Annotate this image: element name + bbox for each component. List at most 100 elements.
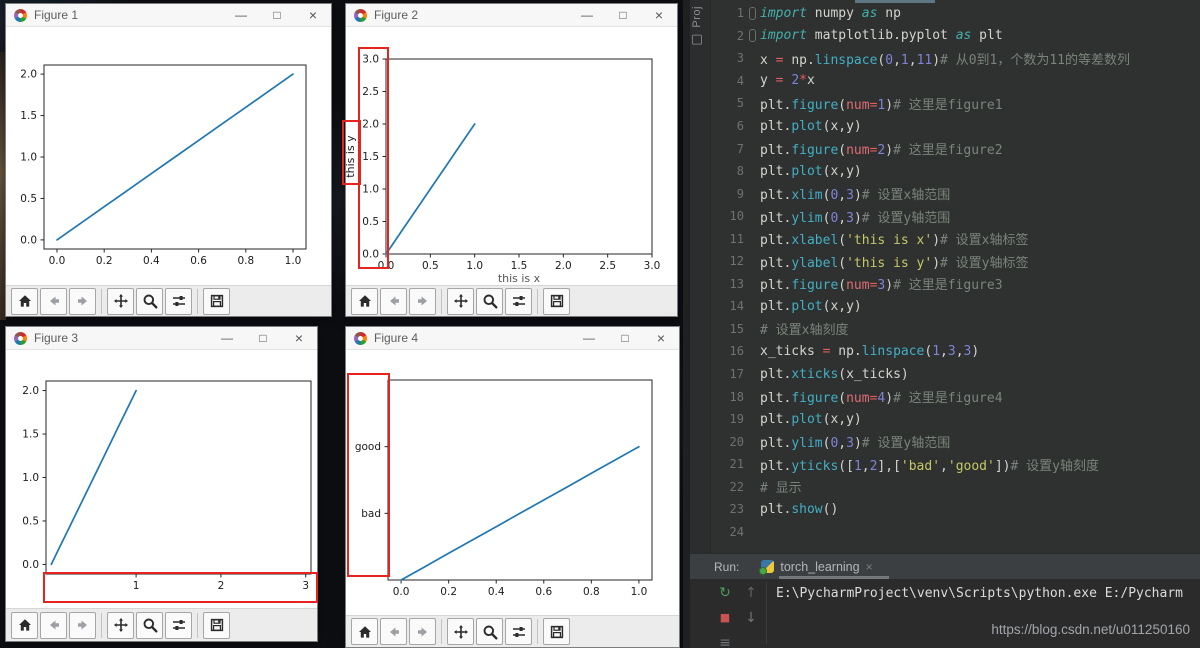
toolbar-zoom-button[interactable] — [136, 288, 163, 315]
figure2-window[interactable]: Figure 2 — □ × 0.00.51.01.52.02.53.00.00… — [345, 3, 678, 317]
toolbar-zoom-button[interactable] — [476, 288, 503, 315]
toolbar-configure-button[interactable] — [505, 288, 532, 315]
toolbar-save-button[interactable] — [203, 288, 230, 315]
toolbar-forward-button[interactable] — [69, 612, 96, 639]
code-line[interactable]: 6plt.plot(x,y) — [710, 115, 1200, 138]
code-line[interactable]: 22# 显示 — [710, 475, 1200, 498]
figure2-canvas: 0.00.51.01.52.02.53.00.00.51.01.52.02.53… — [346, 27, 677, 288]
code-line[interactable]: 19plt.plot(x,y) — [710, 408, 1200, 431]
toolbar-save-button[interactable] — [543, 288, 570, 315]
code-line[interactable]: 10plt.ylim(0,3)# 设置y轴范围 — [710, 205, 1200, 228]
toolbar-zoom-button[interactable] — [136, 612, 163, 639]
figure1-titlebar[interactable]: Figure 1 — □ × — [6, 4, 331, 27]
maximize-button[interactable]: □ — [245, 327, 281, 349]
rerun-icon[interactable]: ↻ — [716, 584, 734, 602]
maximize-button[interactable]: □ — [607, 327, 643, 349]
code-line[interactable]: 4y = 2*x — [710, 70, 1200, 93]
code-line[interactable]: 13plt.figure(num=3)# 这里是figure3 — [710, 273, 1200, 296]
minimize-button[interactable]: — — [569, 4, 605, 26]
zoom-icon — [482, 624, 498, 640]
code-line[interactable]: 16x_ticks = np.linspace(1,3,3) — [710, 340, 1200, 363]
toolbar-pan-button[interactable] — [447, 618, 474, 645]
figure2-toolbar — [346, 285, 677, 316]
toolbar-zoom-button[interactable] — [476, 618, 503, 645]
toolbar-configure-button[interactable] — [165, 612, 192, 639]
toolbar-forward-button[interactable] — [409, 288, 436, 315]
code-text: plt.ylim(0,3)# 设置y轴范围 — [760, 432, 950, 451]
toolbar-back-button[interactable] — [380, 618, 407, 645]
figure4-titlebar[interactable]: Figure 4 — □ × — [346, 327, 679, 350]
minimize-button[interactable]: — — [571, 327, 607, 349]
maximize-button[interactable]: □ — [605, 4, 641, 26]
fold-icon[interactable] — [744, 7, 760, 20]
project-icon — [692, 35, 702, 45]
tool-window-button-project[interactable]: Proj — [691, 6, 703, 48]
toolbar-back-button[interactable] — [40, 288, 67, 315]
maximize-button[interactable]: □ — [259, 4, 295, 26]
toolbar-save-button[interactable] — [543, 618, 570, 645]
toolbar-home-button[interactable] — [11, 288, 38, 315]
figure3-titlebar[interactable]: Figure 3 — □ × — [6, 327, 317, 350]
pan-icon — [113, 617, 129, 633]
toolbar-home-button[interactable] — [351, 618, 378, 645]
stop-icon[interactable]: ■ — [716, 609, 734, 627]
code-line[interactable]: 23plt.show() — [710, 498, 1200, 521]
toolbar-configure-button[interactable] — [505, 618, 532, 645]
configure-icon — [511, 624, 527, 640]
code-line[interactable]: 9plt.xlim(0,3)# 设置x轴范围 — [710, 182, 1200, 205]
code-line[interactable]: 15# 设置x轴刻度 — [710, 318, 1200, 341]
y-tick-label: 1.0 — [22, 472, 39, 484]
scroll-down-icon[interactable]: ↓ — [742, 609, 760, 627]
fold-icon[interactable] — [744, 29, 760, 42]
toolbar-save-button[interactable] — [203, 612, 230, 639]
console-separator — [766, 582, 767, 644]
close-button[interactable]: × — [643, 327, 679, 349]
code-line[interactable]: 17plt.xticks(x_ticks) — [710, 363, 1200, 386]
toolbar-home-button[interactable] — [351, 288, 378, 315]
run-tab-close-icon[interactable]: × — [866, 560, 873, 574]
x-tick-label: 1.5 — [511, 260, 528, 272]
minimize-button[interactable]: — — [209, 327, 245, 349]
toolbar-separator — [537, 289, 538, 314]
figure1-window[interactable]: Figure 1 — □ × 0.00.20.40.60.81.00.00.51… — [5, 3, 332, 317]
minimize-button[interactable]: — — [223, 4, 259, 26]
annotation-box-fig4-yticks — [347, 373, 390, 577]
toolbar-back-button[interactable] — [380, 288, 407, 315]
toolbar-home-button[interactable] — [11, 612, 38, 639]
toolbar-forward-button[interactable] — [69, 288, 96, 315]
figure2-titlebar[interactable]: Figure 2 — □ × — [346, 4, 677, 27]
code-line[interactable]: 8plt.plot(x,y) — [710, 160, 1200, 183]
softwrap-icon[interactable]: ≡ — [716, 634, 734, 648]
scroll-up-icon[interactable]: ↑ — [742, 584, 760, 602]
figure4-window[interactable]: Figure 4 — □ × 0.00.20.40.60.81.0badgood — [345, 326, 680, 648]
close-button[interactable]: × — [641, 4, 677, 26]
toolbar-pan-button[interactable] — [447, 288, 474, 315]
code-line[interactable]: 2import matplotlib.pyplot as plt — [710, 25, 1200, 48]
code-line[interactable]: 12plt.ylabel('this is y')# 设置y轴标签 — [710, 250, 1200, 273]
toolbar-back-button[interactable] — [40, 612, 67, 639]
code-line[interactable]: 21plt.yticks([1,2],['bad','good'])# 设置y轴… — [710, 453, 1200, 476]
code-text: plt.figure(num=3)# 这里是figure3 — [760, 274, 1003, 293]
toolbar-separator — [101, 289, 102, 314]
code-line[interactable]: 3x = np.linspace(0,1,11)# 从0到1，个数为11的等差数… — [710, 47, 1200, 70]
close-button[interactable]: × — [281, 327, 317, 349]
save-icon — [209, 293, 225, 309]
code-line[interactable]: 20plt.ylim(0,3)# 设置y轴范围 — [710, 430, 1200, 453]
code-line[interactable]: 24 — [710, 521, 1200, 544]
code-line[interactable]: 14plt.plot(x,y) — [710, 295, 1200, 318]
code-editor[interactable]: 1import numpy as np2import matplotlib.py… — [710, 0, 1200, 553]
code-line[interactable]: 7plt.figure(num=2)# 这里是figure2 — [710, 137, 1200, 160]
line-number: 19 — [710, 412, 744, 426]
code-text: plt.figure(num=2)# 这里是figure2 — [760, 139, 1003, 158]
code-line[interactable]: 5plt.figure(num=1)# 这里是figure1 — [710, 92, 1200, 115]
toolbar-pan-button[interactable] — [107, 612, 134, 639]
x-tick-label: 0.4 — [488, 586, 505, 598]
code-line[interactable]: 11plt.xlabel('this is x')# 设置x轴标签 — [710, 227, 1200, 250]
toolbar-pan-button[interactable] — [107, 288, 134, 315]
annotation-box-fig2-ylabel — [342, 120, 361, 185]
toolbar-configure-button[interactable] — [165, 288, 192, 315]
toolbar-forward-button[interactable] — [409, 618, 436, 645]
code-line[interactable]: 1import numpy as np — [710, 2, 1200, 25]
code-line[interactable]: 18plt.figure(num=4)# 这里是figure4 — [710, 385, 1200, 408]
close-button[interactable]: × — [295, 4, 331, 26]
